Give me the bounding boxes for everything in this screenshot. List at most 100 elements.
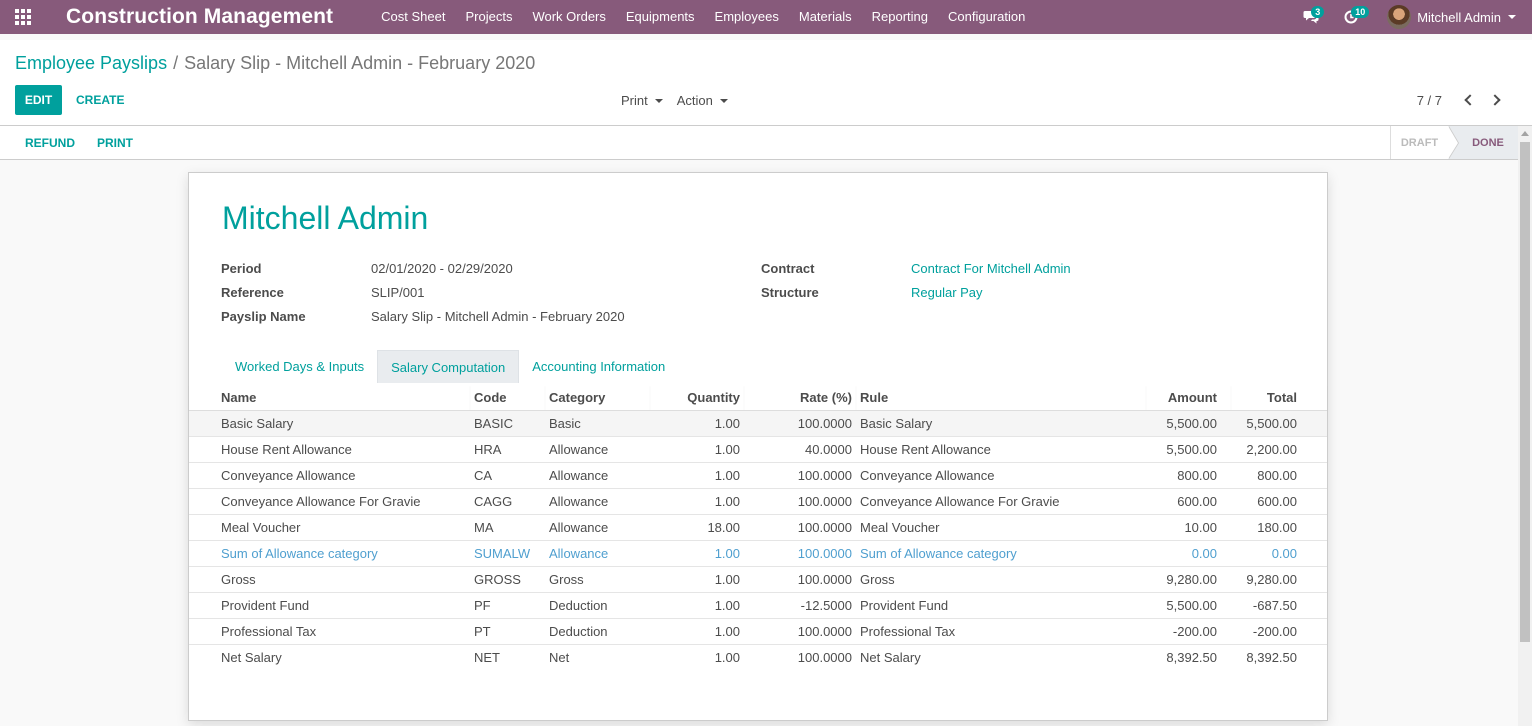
column-header-rule[interactable]: Rule	[856, 385, 1146, 411]
apps-menu-icon[interactable]	[0, 0, 46, 34]
cell-code: HRA	[470, 435, 545, 462]
employee-name: Mitchell Admin	[222, 200, 429, 236]
print-slip-button[interactable]: PRINT	[97, 126, 133, 159]
cell-total: 5,500.00	[1231, 409, 1327, 436]
menu-item-configuration[interactable]: Configuration	[938, 0, 1035, 34]
column-header-quantity[interactable]: Quantity	[650, 385, 744, 411]
cell-name: Professional Tax	[189, 617, 470, 644]
table-row[interactable]: Net Salary NET Net 1.00 100.0000 Net Salary 8,…	[189, 643, 1327, 670]
app-brand[interactable]: Construction Management	[66, 5, 333, 29]
structure-link[interactable]: Regular Pay	[911, 285, 983, 300]
chevron-down-icon	[1508, 15, 1516, 19]
table-row[interactable]: Professional Tax PT Deduction 1.00 100.0000 P…	[189, 617, 1327, 644]
tab-accounting-information[interactable]: Accounting Information	[519, 350, 678, 383]
tab-worked-days[interactable]: Worked Days & Inputs	[222, 350, 377, 383]
table-row[interactable]: Basic Salary BASIC Basic 1.00 100.0000 Basic …	[189, 409, 1327, 436]
cell-quantity: 1.00	[650, 565, 744, 592]
pager: 7 / 7	[1417, 85, 1510, 115]
user-name: Mitchell Admin	[1417, 9, 1501, 25]
table-row[interactable]: Provident Fund PF Deduction 1.00 -12.5000 Pro…	[189, 591, 1327, 618]
table-row[interactable]: House Rent Allowance HRA Allowance 1.00 40.0…	[189, 435, 1327, 462]
menu-item-work-orders[interactable]: Work Orders	[522, 0, 615, 34]
pager-previous-button[interactable]	[1454, 85, 1482, 115]
chevron-down-icon	[654, 99, 663, 104]
action-dropdown[interactable]: Action	[677, 93, 728, 108]
activities-button[interactable]: 10	[1331, 0, 1371, 34]
cell-rate: 100.0000	[744, 617, 856, 644]
cell-rate: 40.0000	[744, 435, 856, 462]
cell-category: Allowance	[545, 435, 650, 462]
sidebar-dropdowns: Print Action	[621, 85, 742, 115]
table-row[interactable]: Conveyance Allowance For Gravie CAGG Allow…	[189, 487, 1327, 514]
cell-rule: Conveyance Allowance	[856, 461, 1146, 488]
cell-rate: -12.5000	[744, 591, 856, 618]
menu-item-cost-sheet[interactable]: Cost Sheet	[371, 0, 455, 34]
table-row[interactable]: Sum of Allowance category SUMALW Allowance…	[189, 539, 1327, 566]
cell-amount: 600.00	[1146, 487, 1231, 514]
cell-quantity: 1.00	[650, 539, 744, 566]
cell-amount: 5,500.00	[1146, 591, 1231, 618]
column-header-name[interactable]: Name	[189, 385, 470, 411]
menu-item-reporting[interactable]: Reporting	[862, 0, 938, 34]
field-label-structure: Structure	[761, 285, 819, 300]
create-button[interactable]: CREATE	[70, 85, 130, 115]
cell-code: CA	[470, 461, 545, 488]
action-dropdown-label: Action	[676, 92, 713, 108]
control-panel: Employee Payslips / Salary Slip - Mitchell…	[0, 40, 1532, 126]
scroll-up-arrow-icon[interactable]	[1521, 131, 1529, 136]
breadcrumb-separator: /	[173, 53, 179, 73]
cell-amount: 0.00	[1146, 539, 1231, 566]
systray: 3 10 Mitchell Admin	[1291, 0, 1532, 34]
column-header-amount[interactable]: Amount	[1146, 385, 1231, 411]
status-pipeline: DRAFT DONE	[1390, 126, 1518, 159]
cell-name: Net Salary	[189, 643, 470, 670]
cell-quantity: 1.00	[650, 643, 744, 670]
cell-total: 8,392.50	[1231, 643, 1327, 670]
column-header-rate[interactable]: Rate (%)	[744, 385, 856, 411]
cell-rule: Basic Salary	[856, 409, 1146, 436]
menu-item-employees[interactable]: Employees	[705, 0, 789, 34]
cell-total: 180.00	[1231, 513, 1327, 540]
user-menu[interactable]: Mitchell Admin	[1387, 5, 1516, 29]
menu-item-projects[interactable]: Projects	[455, 0, 522, 34]
cell-rule: Gross	[856, 565, 1146, 592]
cell-amount: 9,280.00	[1146, 565, 1231, 592]
edit-button[interactable]: EDIT	[15, 85, 62, 115]
cell-amount: 5,500.00	[1146, 435, 1231, 462]
field-label-contract: Contract	[761, 261, 815, 276]
cell-code: NET	[470, 643, 545, 670]
column-header-category[interactable]: Category	[545, 385, 650, 411]
table-row[interactable]: Conveyance Allowance CA Allowance 1.00 100.0…	[189, 461, 1327, 488]
cell-rate: 100.0000	[744, 565, 856, 592]
form-sheet: Mitchell Admin Period 02/01/2020 - 02/29…	[188, 172, 1328, 721]
pager-next-button[interactable]	[1482, 85, 1510, 115]
pager-value[interactable]: 7 / 7	[1417, 93, 1442, 108]
cell-category: Deduction	[545, 591, 650, 618]
contract-link[interactable]: Contract For Mitchell Admin	[911, 261, 1071, 276]
print-dropdown[interactable]: Print	[621, 93, 663, 108]
notebook-tabs: Worked Days & Inputs Salary Computation …	[222, 350, 678, 383]
scrollbar[interactable]	[1518, 126, 1532, 726]
cell-amount: 5,500.00	[1146, 409, 1231, 436]
menu-item-materials[interactable]: Materials	[789, 0, 862, 34]
cell-rule: House Rent Allowance	[856, 435, 1146, 462]
scrollbar-thumb[interactable]	[1520, 142, 1530, 642]
table-row[interactable]: Gross GROSS Gross 1.00 100.0000 Gross 9,280.00…	[189, 565, 1327, 592]
cell-code: SUMALW	[470, 539, 545, 566]
table-row[interactable]: Meal Voucher MA Allowance 18.00 100.0000 Meal…	[189, 513, 1327, 540]
main-menu: Cost Sheet Projects Work Orders Equipmen…	[371, 0, 1035, 34]
cell-total: 800.00	[1231, 461, 1327, 488]
cell-total: 600.00	[1231, 487, 1327, 514]
breadcrumb-parent[interactable]: Employee Payslips	[15, 53, 167, 73]
field-label-period: Period	[221, 261, 262, 276]
menu-item-equipments[interactable]: Equipments	[616, 0, 705, 34]
column-header-total[interactable]: Total	[1231, 385, 1327, 411]
column-header-code[interactable]: Code	[470, 385, 545, 411]
refund-button[interactable]: REFUND	[25, 126, 75, 159]
cell-code: GROSS	[470, 565, 545, 592]
cell-code: PT	[470, 617, 545, 644]
cell-name: Gross	[189, 565, 470, 592]
cell-name: House Rent Allowance	[189, 435, 470, 462]
tab-salary-computation[interactable]: Salary Computation	[377, 350, 520, 383]
messages-button[interactable]: 3	[1291, 0, 1331, 34]
